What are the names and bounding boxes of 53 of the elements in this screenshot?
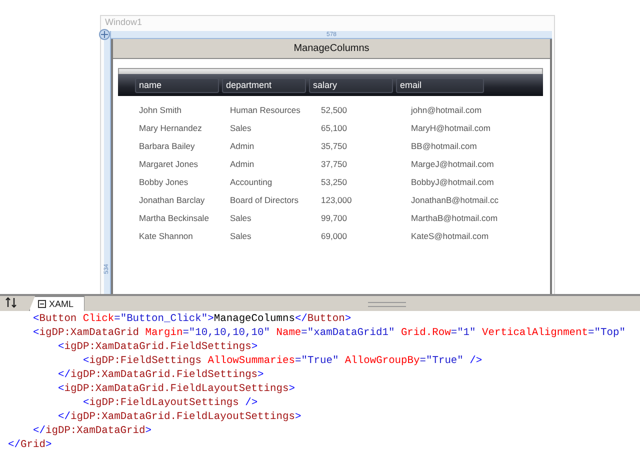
table-cell-text: Bobby Jones <box>139 177 190 187</box>
swap-icon[interactable] <box>5 297 17 308</box>
table-cell-text: Martha Beckinsale <box>139 213 210 223</box>
table-cell-text: 37,750 <box>321 159 348 169</box>
table-cell-text: MargeJ@hotmail.com <box>411 159 495 169</box>
column-header[interactable]: email <box>396 78 484 92</box>
table-cell-text: KateS@hotmail.com <box>411 231 490 241</box>
table-cell-text: Mary Hernandez <box>139 123 203 133</box>
table-cell-text: Accounting <box>230 177 274 187</box>
table-cell-text: Kate Shannon <box>139 231 194 241</box>
code-line: </Grid> <box>8 438 53 449</box>
table-cell-text: Board of Directors <box>230 195 300 205</box>
table-cell-text: 123,000 <box>321 195 353 205</box>
code-line: </igDP:XamDataGrid.FieldLayoutSettings> <box>58 410 302 424</box>
code-line: <igDP:XamDataGrid Margin="10,10,10,10" Name="xamDataGrid1" Grid.Row="1" VerticalAlignment="Top" <box>33 326 626 340</box>
table-cell-text: BB@hotmail.com <box>411 141 478 151</box>
code-line: <Button Click="Button_Click">ManageColumns</Button> <box>33 312 352 326</box>
table-cell-text: Human Resources <box>230 105 302 115</box>
code-line: <igDP:XamDataGrid.FieldLayoutSettings> <box>58 382 296 396</box>
column-header[interactable]: name <box>135 78 219 92</box>
table-cell-text: 99,700 <box>321 213 348 223</box>
table-cell-text: 52,500 <box>321 105 348 115</box>
table-cell-text: Jonathan Barclay <box>139 195 206 205</box>
table-cell-text: john@hotmail.com <box>411 105 483 115</box>
table-cell-text: Margaret Jones <box>139 159 200 169</box>
code-line: </igDP:XamDataGrid.FieldSettings> <box>58 368 265 382</box>
table-cell-text: 35,750 <box>321 141 348 151</box>
table-cell-text: Sales <box>230 123 252 133</box>
table-cell-text: BobbyJ@hotmail.com <box>411 177 495 187</box>
table-cell-text: Admin <box>230 141 256 151</box>
code-line: <igDP:XamDataGrid.FieldSettings> <box>58 340 259 354</box>
move-handle-icon[interactable] <box>99 29 110 40</box>
code-line: <igDP:FieldLayoutSettings /> <box>83 396 259 410</box>
window-title: Window1 <box>104 16 144 29</box>
table-cell-text: MaryH@hotmail.com <box>411 123 492 133</box>
table-cell-text: 53,250 <box>321 177 348 187</box>
table-cell-text: Barbara Bailey <box>139 141 196 151</box>
code-line: <igDP:FieldSettings AllowSummaries="True" AllowGroupBy="True" /> <box>83 354 484 368</box>
table-cell-text: Sales <box>230 213 252 223</box>
table-cell-text: 69,000 <box>321 231 348 241</box>
table-cell-text: 65,100 <box>321 123 348 133</box>
table-cell-text: Admin <box>230 159 256 169</box>
manage-columns-button[interactable]: ManageColumns <box>113 39 550 59</box>
column-header[interactable]: department <box>222 78 306 92</box>
column-header[interactable]: salary <box>309 78 393 92</box>
xaml-tab[interactable]: XAML <box>29 296 85 311</box>
table-cell-text: MarthaB@hotmail.com <box>411 213 499 223</box>
collapse-icon[interactable] <box>38 300 46 308</box>
table-cell-text: Sales <box>230 231 252 241</box>
table-cell-text: John Smith <box>139 105 183 115</box>
code-line: </igDP:XamDataGrid> <box>33 424 153 438</box>
splitter-grip[interactable] <box>368 302 406 307</box>
table-cell-text: JonathanB@hotmail.cc <box>411 195 500 205</box>
